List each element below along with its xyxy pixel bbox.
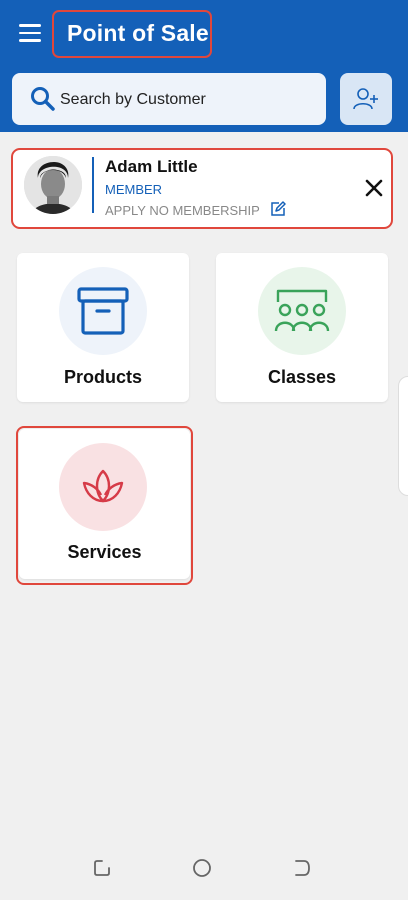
edge-panel-handle[interactable] (398, 376, 408, 496)
search-icon (31, 87, 55, 111)
recents-icon[interactable] (92, 858, 112, 878)
classes-icon-circle (258, 267, 346, 355)
services-label: Services (67, 542, 142, 562)
edit-icon[interactable] (270, 201, 286, 217)
app-bar: Point of Sale Search by Customer (0, 0, 408, 132)
add-user-icon (353, 88, 378, 110)
membership-type: MEMBER (105, 182, 163, 197)
home-icon[interactable] (192, 858, 212, 878)
page-title: Point of Sale (67, 20, 209, 46)
system-nav-bar (0, 840, 408, 900)
back-icon[interactable] (292, 858, 312, 878)
products-icon-circle (59, 267, 147, 355)
member-name: Adam Little (105, 157, 198, 176)
services-tile[interactable]: Services (19, 429, 190, 579)
lotus-icon (82, 469, 124, 503)
archive-box-icon (77, 287, 129, 335)
classes-tile[interactable]: Classes (216, 253, 388, 402)
group-class-icon (274, 289, 330, 332)
classes-label: Classes (267, 367, 337, 387)
avatar (24, 156, 82, 214)
menu-icon[interactable] (19, 24, 41, 44)
search-input[interactable]: Search by Customer (12, 73, 326, 125)
search-placeholder: Search by Customer (60, 91, 206, 108)
services-icon-circle (59, 443, 147, 531)
selected-member-card[interactable]: Adam Little MEMBER APPLY NO MEMBERSHIP (11, 148, 393, 229)
add-customer-button[interactable] (340, 73, 392, 125)
close-icon[interactable] (364, 178, 384, 198)
products-label: Products (63, 367, 142, 387)
apply-membership-text: APPLY NO MEMBERSHIP (105, 203, 260, 218)
divider (92, 157, 94, 213)
products-tile[interactable]: Products (17, 253, 189, 402)
